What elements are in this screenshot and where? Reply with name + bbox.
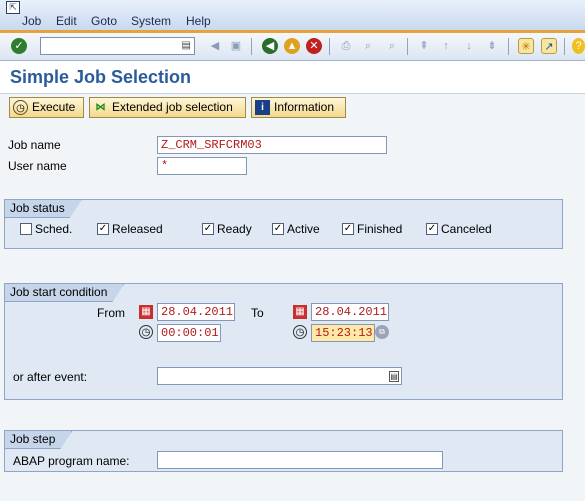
toolbar-separator bbox=[251, 38, 252, 55]
abap-program-label: ABAP program name: bbox=[13, 454, 130, 468]
user-name-field[interactable]: * bbox=[157, 157, 247, 175]
after-event-field[interactable] bbox=[157, 367, 402, 385]
find-icon[interactable]: ⌕ bbox=[360, 38, 376, 54]
clock-icon: ◷ bbox=[293, 325, 307, 339]
abap-program-field[interactable] bbox=[157, 451, 443, 469]
event-search-help-icon[interactable]: ▤ bbox=[389, 371, 399, 382]
menu-system[interactable]: System bbox=[131, 14, 171, 28]
released-label: Released bbox=[112, 222, 163, 236]
menu-help[interactable]: Help bbox=[186, 14, 211, 28]
after-event-label: or after event: bbox=[13, 370, 88, 384]
print-icon[interactable]: ⎙ bbox=[338, 38, 354, 54]
menu-edit[interactable]: Edit bbox=[56, 14, 77, 28]
page-title: Simple Job Selection bbox=[10, 67, 192, 87]
finished-label: Finished bbox=[357, 222, 403, 236]
released-checkbox[interactable]: ✓ bbox=[97, 223, 109, 235]
sched-label: Sched. bbox=[35, 222, 73, 236]
from-date-field[interactable]: 28.04.2011 bbox=[157, 303, 235, 321]
application-toolbar: ◷ Execute ⋈ Extended job selection i Inf… bbox=[0, 94, 585, 122]
menu-job[interactable]: Job bbox=[22, 14, 41, 28]
job-step-group: Job step ABAP program name: bbox=[4, 430, 563, 472]
system-menu-icon[interactable]: ⇱ bbox=[6, 1, 20, 14]
ready-label: Ready bbox=[217, 222, 252, 236]
cancel-icon[interactable]: ✕ bbox=[306, 38, 322, 54]
save-icon[interactable]: ▣ bbox=[228, 38, 244, 54]
job-start-condition-group: Job start condition From ▦ 28.04.2011 ◷ … bbox=[4, 283, 563, 400]
next-page-icon[interactable]: ↓ bbox=[461, 38, 477, 54]
command-field[interactable]: ▤ bbox=[40, 37, 195, 55]
collapse-arrow-icon[interactable]: ◀ bbox=[207, 38, 223, 54]
job-name-label: Job name bbox=[8, 138, 61, 152]
to-date-field[interactable]: 28.04.2011 bbox=[311, 303, 389, 321]
toolbar-separator bbox=[329, 38, 330, 55]
find-next-icon[interactable]: ⌕ bbox=[384, 38, 400, 54]
active-checkbox[interactable]: ✓ bbox=[272, 223, 284, 235]
execute-label: Execute bbox=[32, 100, 76, 114]
standard-toolbar: ✓ ▤ ◀ ▣ ◀ ▲ ✕ ⎙ ⌕ ⌕ ⇞ ↑ ↓ ⇟ ✳ ↗ ? bbox=[0, 33, 585, 61]
job-step-title: Job step bbox=[5, 431, 72, 449]
canceled-checkbox[interactable]: ✓ bbox=[426, 223, 438, 235]
toolbar-separator bbox=[407, 38, 408, 55]
job-status-title: Job status bbox=[5, 200, 82, 218]
information-label: Information bbox=[274, 100, 335, 114]
job-name-field[interactable]: Z_CRM_SRFCRM03 bbox=[157, 136, 387, 154]
execute-icon: ◷ bbox=[13, 100, 28, 115]
value-help-icon[interactable]: ⧉ bbox=[375, 325, 389, 339]
ready-checkbox[interactable]: ✓ bbox=[202, 223, 214, 235]
job-start-condition-title: Job start condition bbox=[5, 284, 124, 302]
command-dropdown-icon[interactable]: ▤ bbox=[182, 40, 191, 51]
toolbar-separator bbox=[508, 38, 509, 55]
clock-icon: ◷ bbox=[139, 325, 153, 339]
extended-selection-icon: ⋈ bbox=[95, 102, 106, 113]
extended-job-selection-button[interactable]: ⋈ Extended job selection bbox=[89, 97, 246, 118]
user-name-label: User name bbox=[8, 159, 67, 173]
back-icon[interactable]: ◀ bbox=[262, 38, 278, 54]
toolbar-separator bbox=[564, 38, 565, 55]
sched-checkbox[interactable] bbox=[20, 223, 32, 235]
last-page-icon[interactable]: ⇟ bbox=[484, 38, 500, 54]
menu-goto[interactable]: Goto bbox=[91, 14, 117, 28]
from-label: From bbox=[97, 306, 125, 320]
canceled-label: Canceled bbox=[441, 222, 492, 236]
create-session-icon[interactable]: ✳ bbox=[518, 38, 534, 54]
first-page-icon[interactable]: ⇞ bbox=[416, 38, 432, 54]
information-icon: i bbox=[255, 100, 270, 115]
from-time-field[interactable]: 00:00:01 bbox=[157, 324, 221, 342]
previous-page-icon[interactable]: ↑ bbox=[438, 38, 454, 54]
calendar-icon: ▦ bbox=[139, 305, 153, 319]
extended-selection-label: Extended job selection bbox=[112, 100, 233, 114]
help-icon[interactable]: ? bbox=[572, 38, 585, 54]
title-bar: Simple Job Selection bbox=[0, 61, 585, 94]
to-time-field[interactable]: 15:23:13 bbox=[311, 324, 375, 342]
job-status-group: Job status Sched. ✓ Released ✓ Ready ✓ A… bbox=[4, 199, 563, 249]
information-button[interactable]: i Information bbox=[251, 97, 346, 118]
finished-checkbox[interactable]: ✓ bbox=[342, 223, 354, 235]
enter-icon[interactable]: ✓ bbox=[11, 38, 27, 54]
calendar-icon: ▦ bbox=[293, 305, 307, 319]
menu-bar: ⇱ Job Edit Goto System Help bbox=[0, 0, 585, 31]
active-label: Active bbox=[287, 222, 320, 236]
to-label: To bbox=[251, 306, 264, 320]
shortcut-icon[interactable]: ↗ bbox=[541, 38, 557, 54]
execute-button[interactable]: ◷ Execute bbox=[9, 97, 84, 118]
exit-icon[interactable]: ▲ bbox=[284, 38, 300, 54]
